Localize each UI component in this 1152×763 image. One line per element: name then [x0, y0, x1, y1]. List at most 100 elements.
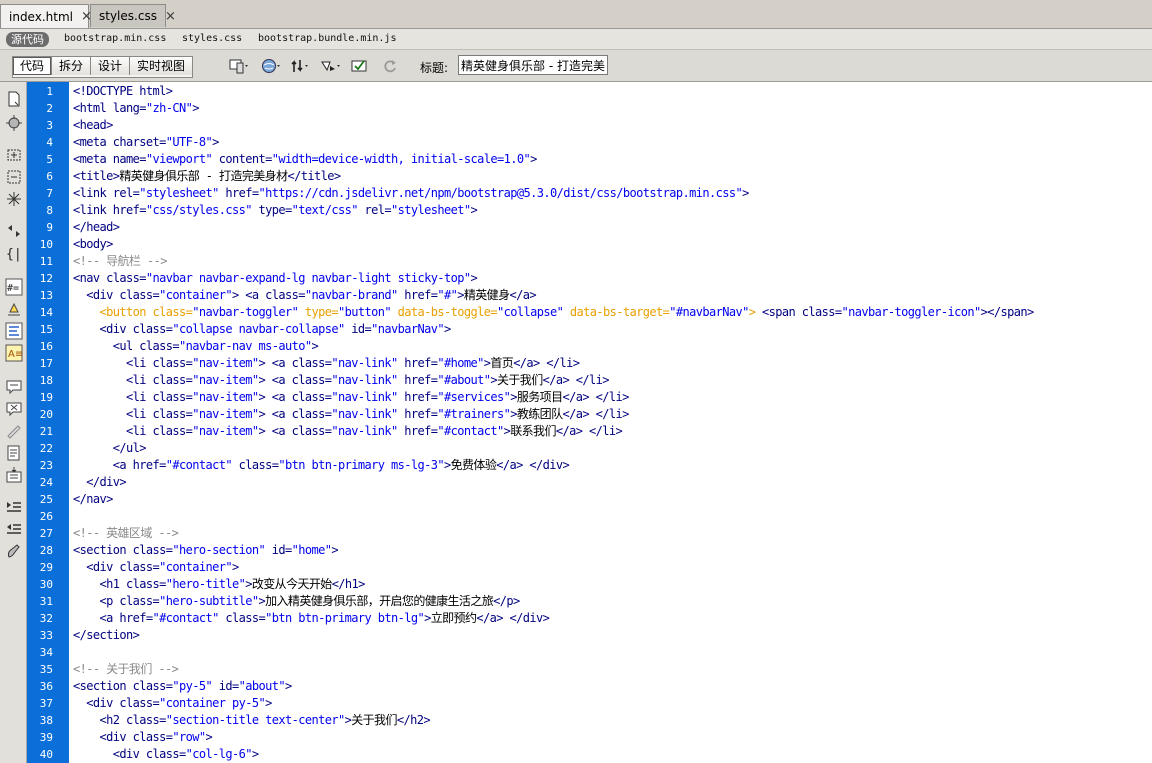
code-line[interactable]: <li class="nav-item"> <a class="nav-link…	[73, 423, 623, 440]
file-management-icon[interactable]	[290, 57, 312, 75]
code-line[interactable]: </div>	[73, 474, 126, 491]
code-token: "#navbarNav"	[669, 305, 749, 319]
code-line[interactable]: <div class="col-lg-6">	[73, 746, 259, 763]
design-view-button[interactable]: 设计	[91, 57, 131, 75]
code-line[interactable]: <div class="container py-5">	[73, 695, 272, 712]
code-token: class=	[265, 288, 305, 302]
code-token: "css/styles.css"	[145, 203, 259, 217]
code-view-button[interactable]: 代码	[13, 57, 53, 75]
code-token: "#contact"	[152, 611, 226, 625]
code-line[interactable]: <li class="nav-item"> <a class="nav-link…	[73, 389, 629, 406]
code-line[interactable]: <!-- 关于我们 -->	[73, 661, 179, 678]
line-number: 33	[39, 629, 53, 642]
code-line[interactable]: <h1 class="hero-title">改变从今天开始</h1>	[73, 576, 366, 593]
title-input[interactable]: 精英健身俱乐部 - 打造完美身材	[458, 55, 608, 75]
code-token: "text/css"	[291, 203, 365, 217]
code-token: "col-lg-6"	[185, 747, 253, 761]
split-view-button[interactable]: 拆分	[52, 57, 92, 75]
code-line[interactable]: <meta name="viewport" content="width=dev…	[73, 151, 537, 168]
validate-icon[interactable]	[350, 57, 372, 75]
collapse-full-tag-icon[interactable]	[5, 146, 23, 164]
format-source-icon[interactable]	[5, 542, 23, 560]
source-code-button[interactable]: 源代码	[6, 32, 49, 47]
outdent-code-icon[interactable]	[5, 520, 23, 538]
wrap-tag-icon[interactable]	[5, 422, 23, 440]
code-line[interactable]: <!-- 导航栏 -->	[73, 253, 167, 270]
code-line[interactable]: <meta charset="UTF-8">	[73, 134, 219, 151]
code-line[interactable]: <!DOCTYPE html>	[73, 83, 173, 100]
related-file-bootstrap-css[interactable]: bootstrap.min.css	[64, 33, 166, 44]
code-token: <meta	[73, 152, 113, 166]
code-line[interactable]: <nav class="navbar navbar-expand-lg navb…	[73, 270, 478, 287]
code-line[interactable]: <link rel="stylesheet" href="https://cdn…	[73, 185, 749, 202]
open-documents-icon[interactable]	[5, 90, 23, 108]
code-token: 立即预约	[430, 611, 477, 625]
indent-code-icon[interactable]	[5, 498, 23, 516]
code-line[interactable]: <section class="hero-section" id="home">	[73, 542, 339, 559]
code-line[interactable]: <body>	[73, 236, 113, 253]
refresh-icon[interactable]	[380, 57, 402, 75]
info-code-hint-icon[interactable]: A≡	[5, 344, 23, 362]
code-line[interactable]: </nav>	[73, 491, 113, 508]
related-file-bootstrap-js[interactable]: bootstrap.bundle.min.js	[258, 33, 396, 44]
code-line[interactable]: <div class="container">	[73, 559, 239, 576]
code-token: "navbar navbar-expand-lg navbar-light st…	[145, 271, 471, 285]
syntax-coloring-icon[interactable]	[5, 322, 23, 340]
code-token: <meta	[73, 135, 113, 149]
code-line[interactable]: </ul>	[73, 440, 147, 457]
code-token: <a	[112, 458, 133, 472]
code-line[interactable]: <ul class="navbar-nav ms-auto">	[73, 338, 319, 355]
code-line[interactable]: <li class="nav-item"> <a class="nav-link…	[73, 372, 609, 389]
live-view-button[interactable]: 实时视图	[130, 57, 193, 75]
line-number: 35	[39, 663, 53, 676]
line-number: 16	[39, 340, 53, 353]
code-line[interactable]: <button class="navbar-toggler" type="but…	[73, 304, 1035, 321]
code-line[interactable]: <div class="container"> <a class="navbar…	[73, 287, 536, 304]
code-line[interactable]: <title>精英健身俱乐部 - 打造完美身材</title>	[73, 168, 341, 185]
code-token: </a>	[509, 288, 536, 302]
related-file-styles-css[interactable]: styles.css	[182, 33, 242, 44]
code-token: 精英健身俱乐部 - 打造完美身材	[119, 169, 288, 183]
code-line[interactable]: <head>	[73, 117, 113, 134]
code-line[interactable]: <li class="nav-item"> <a class="nav-link…	[73, 355, 580, 372]
inspect-icon[interactable]	[320, 57, 342, 75]
code-line[interactable]: <div class="row">	[73, 729, 213, 746]
code-line[interactable]: <li class="nav-item"> <a class="nav-link…	[73, 406, 629, 423]
code-token: <li	[126, 373, 153, 387]
recent-snippets-icon[interactable]	[5, 444, 23, 462]
code-line[interactable]: </section>	[73, 627, 140, 644]
code-token: data-bs-toggle=	[397, 305, 498, 319]
code-token: >	[424, 611, 431, 625]
preview-browser-icon[interactable]	[260, 57, 282, 75]
code-line[interactable]: <h2 class="section-title text-center">关于…	[73, 712, 431, 729]
tab-styles-css[interactable]: styles.css ×	[90, 4, 176, 27]
show-code-navigator-icon[interactable]	[5, 114, 23, 132]
remove-comment-icon[interactable]	[5, 400, 23, 418]
code-line[interactable]: </head>	[73, 219, 120, 236]
select-parent-tag-icon[interactable]	[5, 222, 23, 240]
code-token: "section-title text-center"	[165, 713, 345, 727]
code-editor[interactable]: <!DOCTYPE html> <html lang="zh-CN"> <head>…	[69, 82, 1152, 763]
code-line[interactable]: <div class="collapse navbar-collapse" id…	[73, 321, 452, 338]
apply-comment-icon[interactable]	[5, 378, 23, 396]
highlight-invalid-code-icon[interactable]	[5, 300, 23, 318]
line-number: 7	[46, 187, 53, 200]
tab-index-html[interactable]: index.html ×	[0, 4, 92, 28]
move-css-icon[interactable]	[5, 466, 23, 484]
code-token: "https://cdn.jsdelivr.net/npm/bootstrap@…	[258, 186, 743, 200]
code-line[interactable]: <a href="#contact" class="btn btn-primar…	[73, 610, 550, 627]
code-line[interactable]: <html lang="zh-CN">	[73, 100, 199, 117]
code-line[interactable]: <section class="py-5" id="about">	[73, 678, 292, 695]
line-numbers-icon[interactable]: #=	[5, 278, 23, 296]
close-icon[interactable]: ×	[165, 9, 176, 24]
code-line[interactable]: <a href="#contact" class="btn btn-primar…	[73, 457, 570, 474]
multiscreen-icon[interactable]	[228, 57, 250, 75]
code-line[interactable]: <p class="hero-subtitle">加入精英健身俱乐部，开启您的健…	[73, 593, 521, 610]
expand-all-icon[interactable]	[5, 190, 23, 208]
code-line[interactable]: <link href="css/styles.css" type="text/c…	[73, 202, 478, 219]
code-token: <div	[86, 696, 120, 710]
balance-braces-icon[interactable]: {|}	[5, 244, 23, 262]
code-line[interactable]: <!-- 英雄区域 -->	[73, 525, 179, 542]
line-number: 15	[39, 323, 53, 336]
collapse-selection-icon[interactable]	[5, 168, 23, 186]
